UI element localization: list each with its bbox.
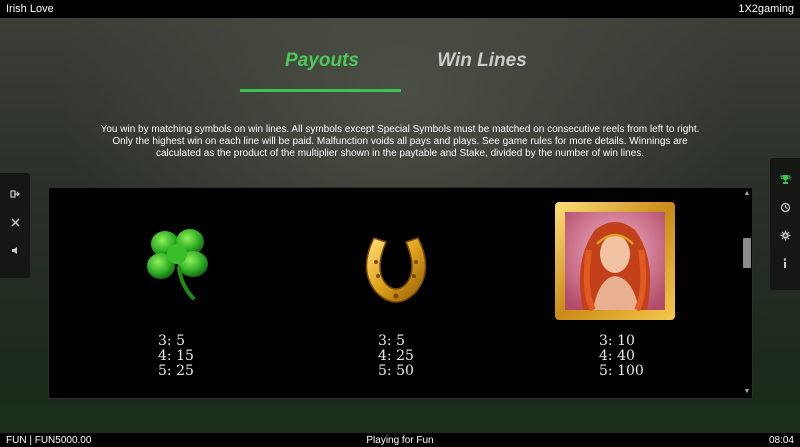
info-icon[interactable] bbox=[778, 256, 792, 270]
provider-name: 1X2gaming bbox=[738, 3, 794, 15]
pay-row: 3: 5 bbox=[158, 333, 185, 349]
history-icon[interactable] bbox=[778, 200, 792, 214]
exit-icon[interactable] bbox=[8, 187, 22, 201]
close-icon[interactable] bbox=[8, 215, 22, 229]
pay-row: 5: 100 bbox=[599, 363, 644, 379]
trophy-icon[interactable] bbox=[778, 172, 792, 186]
horseshoe-pays: 3: 5 4: 25 5: 50 bbox=[378, 334, 414, 379]
left-side-panel bbox=[0, 173, 30, 278]
pay-row: 5: 25 bbox=[158, 363, 194, 379]
paytable-description: You win by matching symbols on win lines… bbox=[100, 124, 700, 159]
settings-icon[interactable] bbox=[778, 228, 792, 242]
pay-row: 4: 15 bbox=[158, 348, 194, 364]
symbol-woman-portrait: 3: 10 4: 40 5: 100 bbox=[553, 200, 683, 390]
game-title: Irish Love bbox=[6, 3, 54, 15]
horseshoe-icon bbox=[365, 237, 427, 303]
pay-row: 4: 25 bbox=[378, 348, 414, 364]
symbol-clover: 3: 5 4: 15 5: 25 bbox=[130, 200, 260, 390]
tab-win-lines[interactable]: Win Lines bbox=[402, 50, 562, 72]
right-side-panel bbox=[770, 158, 800, 290]
scroll-down-arrow[interactable]: ▼ bbox=[742, 388, 752, 396]
clover-icon bbox=[147, 229, 208, 300]
pay-row: 5: 50 bbox=[378, 363, 414, 379]
scroll-up-arrow[interactable]: ▲ bbox=[742, 190, 752, 198]
symbol-horseshoe: 3: 5 4: 25 5: 50 bbox=[350, 200, 480, 390]
pay-row: 3: 5 bbox=[378, 333, 405, 349]
top-bar: Irish Love 1X2gaming bbox=[0, 0, 800, 18]
scroll-thumb[interactable] bbox=[743, 238, 751, 268]
pay-row: 3: 10 bbox=[599, 333, 635, 349]
tab-bar: Payouts Win Lines bbox=[0, 50, 800, 90]
paytable-scrollbar[interactable]: ▲ ▼ bbox=[742, 190, 752, 396]
active-tab-underline bbox=[240, 89, 401, 92]
pay-row: 4: 40 bbox=[599, 348, 635, 364]
tab-payouts[interactable]: Payouts bbox=[242, 50, 402, 72]
play-mode-status: Playing for Fun bbox=[366, 434, 434, 446]
portrait-pays: 3: 10 4: 40 5: 100 bbox=[599, 334, 644, 379]
bottom-bar: FUN | FUN5000.00 Playing for Fun 08:04 bbox=[0, 433, 800, 447]
sound-icon[interactable] bbox=[8, 243, 22, 257]
portrait-icon bbox=[555, 202, 675, 320]
clover-pays: 3: 5 4: 15 5: 25 bbox=[158, 334, 194, 379]
